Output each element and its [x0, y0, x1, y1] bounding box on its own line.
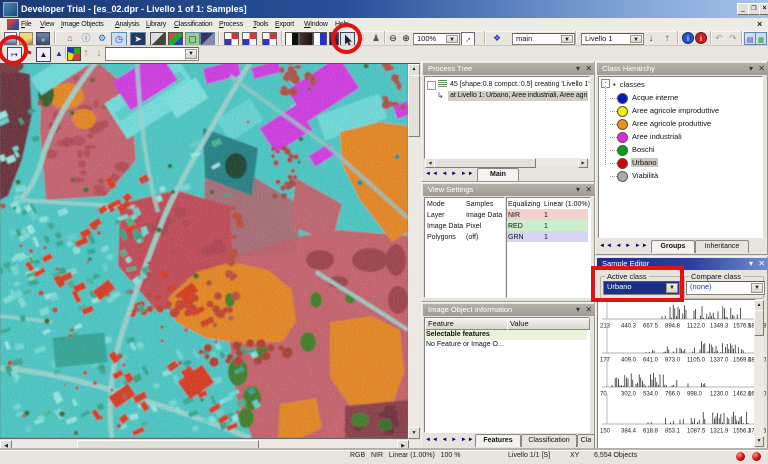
svg-text:150: 150	[600, 429, 611, 435]
svg-text:853.1: 853.1	[665, 429, 681, 435]
svg-text:302.0: 302.0	[621, 392, 637, 398]
svg-text:1321.9: 1321.9	[710, 429, 729, 435]
svg-text:766.0: 766.0	[665, 392, 681, 398]
svg-text:894.8: 894.8	[665, 324, 681, 330]
svg-text:1349.3: 1349.3	[710, 324, 729, 330]
svg-text:213: 213	[600, 324, 611, 330]
svg-text:1122.0: 1122.0	[687, 324, 706, 330]
svg-text:70: 70	[600, 392, 607, 398]
svg-text:1230.0: 1230.0	[710, 392, 729, 398]
svg-text:641.0: 641.0	[643, 358, 659, 364]
svg-text:534.0: 534.0	[643, 392, 659, 398]
svg-text:618.8: 618.8	[643, 429, 659, 435]
svg-text:1105.0: 1105.0	[687, 358, 706, 364]
svg-text:177: 177	[600, 358, 611, 364]
svg-text:1337.0: 1337.0	[710, 358, 729, 364]
svg-text:409.0: 409.0	[621, 358, 637, 364]
svg-text:1087.5: 1087.5	[687, 429, 706, 435]
svg-text:998.0: 998.0	[687, 392, 703, 398]
svg-text:384.4: 384.4	[621, 429, 637, 435]
svg-text:667.5: 667.5	[643, 324, 659, 330]
svg-text:873.0: 873.0	[665, 358, 681, 364]
svg-text:440.3: 440.3	[621, 324, 637, 330]
